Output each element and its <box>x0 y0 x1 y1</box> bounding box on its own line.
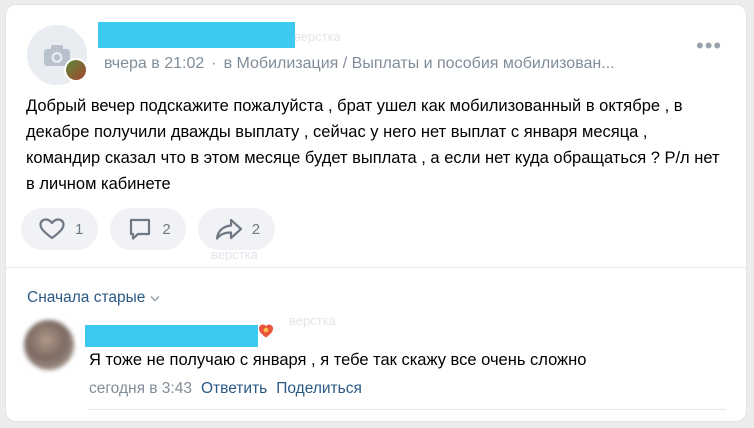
chevron-down-icon <box>150 295 160 302</box>
post-card: вчера в 21:02 · в Мобилизация / Выплаты и … <box>6 5 746 421</box>
author-name-redacted <box>98 22 295 48</box>
post-meta: вчера в 21:02 · в Мобилизация / Выплаты и … <box>104 55 615 73</box>
author-badge <box>64 58 88 82</box>
post-time[interactable]: вчера в 21:02 <box>104 55 204 72</box>
meta-separator: · <box>211 55 217 72</box>
commenter-name-redacted <box>85 325 258 347</box>
share-count: 2 <box>251 220 261 238</box>
like-count: 1 <box>75 220 84 238</box>
watermark: верстка <box>289 313 336 328</box>
comment-count: 2 <box>162 220 171 238</box>
commenter-avatar[interactable] <box>24 320 74 370</box>
comment-meta: сегодня в 3:43 Ответить Поделиться <box>89 380 362 398</box>
post-text: Добрый вечер подскажите пожалуйста , бра… <box>26 97 720 193</box>
share-button[interactable]: 2 <box>197 208 276 250</box>
watermark: верстка <box>211 247 258 262</box>
share-comment-link[interactable]: Поделиться <box>276 380 362 397</box>
divider <box>6 267 746 268</box>
comments-sort-label: Сначала старые <box>27 289 146 306</box>
share-icon <box>215 218 242 240</box>
post-actions: 1 2 2 <box>21 208 276 250</box>
like-button[interactable]: 1 <box>21 208 99 250</box>
comment-divider <box>89 409 726 410</box>
post-community[interactable]: в Мобилизация / Выплаты и пособия мобили… <box>224 55 615 72</box>
comments-sort-dropdown[interactable]: Сначала старые <box>27 289 160 307</box>
comment-time[interactable]: сегодня в 3:43 <box>89 380 192 397</box>
comment-text: Я тоже не получаю с января , я тебе так … <box>89 351 587 369</box>
heart-badge-icon <box>258 323 274 344</box>
comment-button[interactable]: 2 <box>110 208 186 250</box>
heart-icon <box>39 218 65 240</box>
reply-link[interactable]: Ответить <box>201 380 267 397</box>
comment-icon <box>130 218 151 240</box>
more-icon[interactable]: ••• <box>696 35 722 57</box>
watermark: верстка <box>294 29 341 44</box>
